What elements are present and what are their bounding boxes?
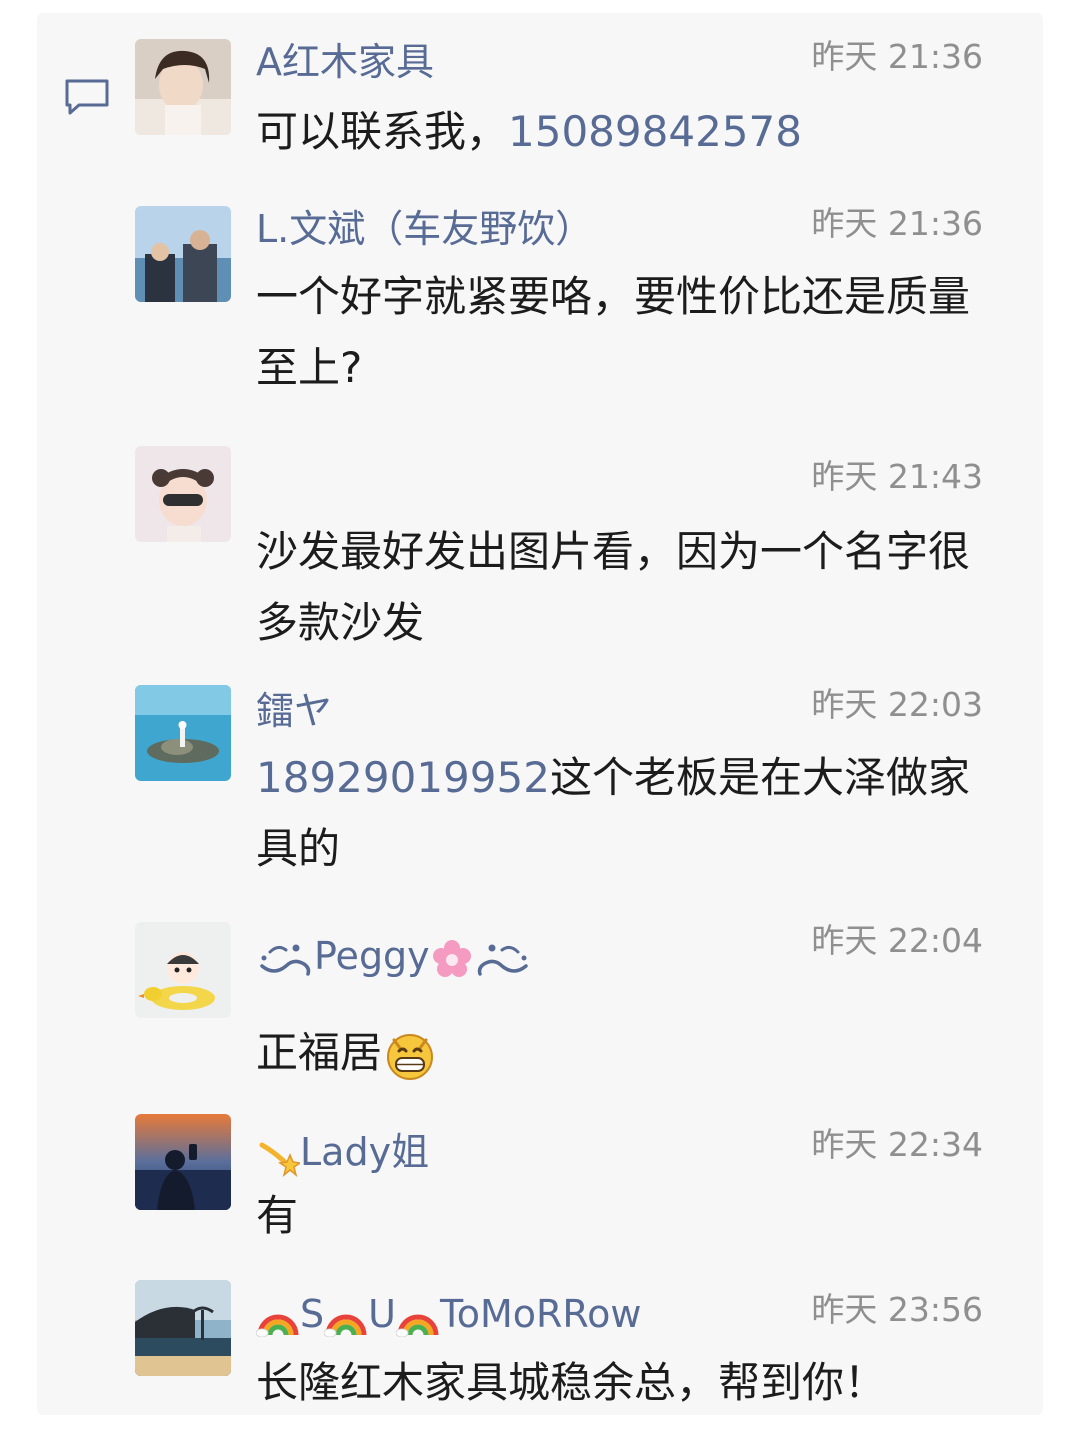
comment-time: 昨天 22:34 <box>811 1125 983 1164</box>
comment-text: 正福居 <box>256 1017 991 1088</box>
phone-link[interactable]: 18929019952 <box>256 753 550 802</box>
commenter-name-part[interactable]: ToMoRRow <box>440 1292 641 1336</box>
comment-time: 昨天 22:04 <box>811 921 983 960</box>
commenter-name-text[interactable]: Peggy <box>314 934 430 978</box>
commenter-name[interactable]: S U ToMoRRow <box>256 1290 641 1338</box>
avatar[interactable] <box>135 1280 231 1376</box>
commenter-name[interactable]: Lady姐 <box>256 1128 429 1177</box>
comment-text: 长隆红木家具城稳余总，帮到你！ <box>256 1358 887 1407</box>
rainbow-emoji-icon <box>256 1314 299 1337</box>
comments-panel: A红木家具 昨天 21:36 可以联系我，15089842578 L.文斌（车友… <box>37 13 1043 1415</box>
comment-item[interactable]: L.文斌（车友野饮） 昨天 21:36 一个好字就紧要咯，要性价比还是质量至上? <box>37 178 1043 428</box>
commenter-name-part[interactable]: U <box>368 1292 396 1336</box>
avatar[interactable] <box>135 206 231 302</box>
comment-text: 18929019952这个老板是在大泽做家具的 <box>256 742 991 884</box>
commenter-name-part[interactable]: S <box>300 1292 324 1336</box>
avatar[interactable] <box>135 685 231 781</box>
comment-time: 昨天 21:36 <box>811 37 983 76</box>
phone-link[interactable]: 15089842578 <box>508 107 802 156</box>
commenter-name[interactable]: 鐳ヤ <box>256 687 332 735</box>
comment-item[interactable]: Peggy 昨天 22:04 正福居 <box>37 908 1043 1098</box>
comment-text: 一个好字就紧要咯，要性价比还是质量至上? <box>256 272 971 392</box>
commenter-name-text[interactable]: Lady姐 <box>300 1130 429 1174</box>
avatar[interactable] <box>135 922 231 1018</box>
grin-emoji-icon <box>387 1033 434 1080</box>
comment-text: 沙发最好发出图片看，因为一个名字很多款沙发 <box>256 527 971 647</box>
comment-item[interactable]: 鐳ヤ 昨天 22:03 18929019952这个老板是在大泽做家具的 <box>37 673 1043 908</box>
comment-time: 昨天 22:03 <box>811 685 983 724</box>
dizzy-star-emoji-icon <box>259 1142 300 1177</box>
comment-item[interactable]: A红木家具 昨天 21:36 可以联系我，15089842578 <box>37 13 1043 178</box>
commenter-name[interactable]: Peggy <box>256 932 532 982</box>
rainbow-emoji-icon <box>324 1314 367 1337</box>
sparkle-ornament-icon <box>477 944 528 976</box>
comment-time: 昨天 21:36 <box>811 204 983 243</box>
comment-text-pre: 可以联系我， <box>256 107 509 156</box>
rainbow-emoji-icon <box>395 1314 439 1337</box>
comment-bubble-icon[interactable] <box>63 77 111 117</box>
comment-item[interactable]: S U ToMoRRow 昨天 23:56 长隆红木家具城稳余总，帮到你！ <box>37 1278 1043 1415</box>
commenter-name[interactable]: A红木家具 <box>256 38 434 86</box>
sparkle-ornament-icon <box>260 944 311 976</box>
comment-time: 昨天 21:43 <box>811 457 983 496</box>
comment-text: 有 <box>256 1191 299 1240</box>
commenter-name[interactable]: L.文斌（车友野饮） <box>256 205 593 253</box>
comment-time: 昨天 23:56 <box>811 1290 983 1329</box>
comment-text-body: 正福居 <box>256 1028 383 1077</box>
avatar[interactable] <box>135 446 231 542</box>
flower-emoji-icon <box>432 939 471 977</box>
comment-item[interactable]: Lady姐 昨天 22:34 有 <box>37 1098 1043 1278</box>
comment-text: 可以联系我，15089842578 <box>256 96 991 167</box>
comment-item[interactable]: 昨天 21:43 沙发最好发出图片看，因为一个名字很多款沙发 <box>37 428 1043 673</box>
avatar[interactable] <box>135 39 231 135</box>
avatar[interactable] <box>135 1114 231 1210</box>
